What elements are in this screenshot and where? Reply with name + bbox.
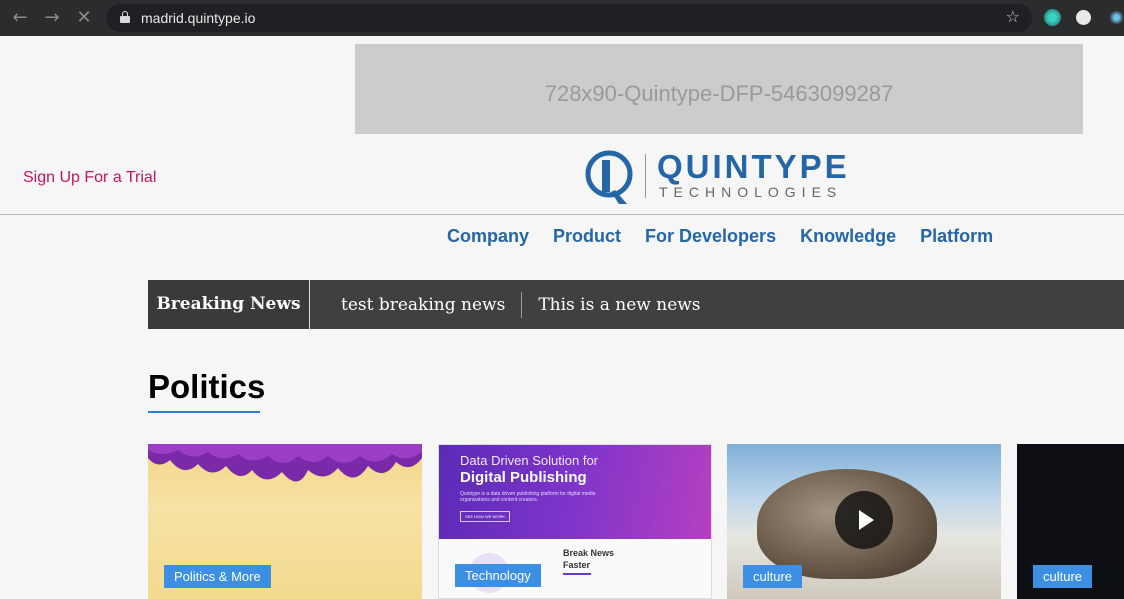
nav-item-for-developers[interactable]: For Developers [645, 226, 776, 247]
extension-icon[interactable] [1076, 10, 1091, 25]
extension-icon[interactable] [1044, 9, 1061, 26]
category-tag[interactable]: Politics & More [164, 565, 271, 588]
forward-icon[interactable]: → [40, 6, 64, 30]
breaking-news-label: Breaking News [148, 280, 310, 329]
card-hero-image: Data Driven Solution for Digital Publish… [439, 445, 711, 539]
logo-name: QUINTYPE [657, 148, 850, 185]
section-title[interactable]: Politics [148, 368, 265, 406]
react-devtools-icon[interactable] [1108, 9, 1124, 26]
url-text[interactable]: madrid.quintype.io [141, 10, 255, 26]
back-icon[interactable]: ← [8, 6, 32, 30]
play-icon[interactable] [835, 491, 893, 549]
logo-subtitle: TECHNOLOGIES [659, 184, 843, 200]
story-card[interactable]: Data Driven Solution for Digital Publish… [438, 444, 712, 599]
sign-up-trial-link[interactable]: Sign Up For a Trial [23, 169, 156, 187]
accent-bar [563, 573, 591, 575]
category-tag[interactable]: culture [1033, 565, 1093, 588]
nav-item-company[interactable]: Company [447, 226, 529, 247]
hero-line1: Data Driven Solution for [460, 453, 599, 468]
nav-item-product[interactable]: Product [553, 226, 621, 247]
breaking-news-item[interactable]: This is a new news [522, 295, 716, 315]
story-card[interactable]: Politics & More [148, 444, 422, 599]
breaking-news-item[interactable]: test breaking news [310, 295, 521, 315]
nav-item-knowledge[interactable]: Knowledge [800, 226, 896, 247]
logo-separator [645, 154, 646, 198]
page-content: 728x90-Quintype-DFP-5463099287 Sign Up F… [0, 36, 1124, 599]
address-bar[interactable]: madrid.quintype.io ☆ [106, 4, 1032, 32]
header-divider [0, 214, 1124, 215]
hero-button: SEE HOW WE WORK [460, 511, 510, 522]
browser-toolbar: ← → ✕ madrid.quintype.io ☆ [0, 0, 1124, 36]
purple-feathers-image [148, 444, 422, 482]
story-card-video[interactable]: culture [727, 444, 1001, 599]
card-subheading: Faster [563, 560, 591, 570]
lock-icon [120, 11, 130, 23]
quintype-q-icon [585, 150, 633, 204]
category-tag[interactable]: Technology [455, 564, 541, 587]
breaking-news-bar: Breaking News test breaking news This is… [148, 280, 1124, 329]
main-nav: Company Product For Developers Knowledge… [447, 226, 1017, 247]
bookmark-star-icon[interactable]: ☆ [1006, 7, 1020, 26]
hero-body: Quintype is a data driven publishing pla… [460, 491, 596, 503]
hero-line2: Digital Publishing [460, 469, 587, 486]
story-card[interactable]: culture [1017, 444, 1124, 599]
quintype-logo[interactable]: QUINTYPE TECHNOLOGIES [585, 148, 865, 208]
nav-item-platform[interactable]: Platform [920, 226, 993, 247]
breaking-news-ticker: test breaking news This is a new news [310, 280, 717, 329]
card-subheading: Break News [563, 548, 615, 558]
ad-banner[interactable]: 728x90-Quintype-DFP-5463099287 [355, 44, 1083, 134]
stop-icon[interactable]: ✕ [72, 6, 96, 30]
category-tag[interactable]: culture [743, 565, 803, 588]
section-underline [148, 411, 260, 413]
